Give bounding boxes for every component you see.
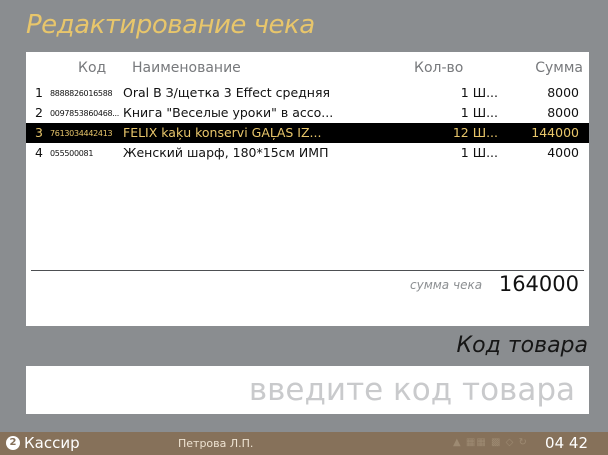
- column-header-sum: Сумма: [535, 60, 583, 76]
- item-sum: 144000: [531, 125, 579, 140]
- status-bar: 2 Кассир Петрова Л.П. ▲ ▦▦ ▩ ◇ ↻ 04 42: [0, 432, 608, 455]
- item-code: 055500081: [50, 149, 94, 158]
- item-name: Книга "Веселые уроки" в ассо...: [123, 105, 334, 120]
- total-label: сумма чека: [410, 278, 483, 292]
- receipt-items: 1 8888826016588 Oral B З/щетка 3 Effect …: [26, 83, 589, 163]
- printer-icon: ▩: [490, 437, 502, 448]
- table-row[interactable]: 4 055500081 Женский шарф, 180*15см ИМП 1…: [26, 143, 589, 163]
- table-row-selected[interactable]: 3 7613034442413 FELIX kaķu konservi GAĻA…: [26, 123, 589, 143]
- item-quantity: 1 Ш...: [460, 105, 498, 120]
- row-number: 2: [35, 105, 43, 120]
- item-sum: 8000: [547, 85, 579, 100]
- status-icons: ▲ ▦▦ ▩ ◇ ↻: [453, 437, 528, 448]
- user-name: Петрова Л.П.: [178, 437, 254, 450]
- page-title: Редактирование чека: [26, 10, 315, 40]
- user-role: Кассир: [24, 434, 80, 452]
- item-sum: 4000: [547, 145, 579, 160]
- item-quantity: 12 Ш...: [452, 125, 498, 140]
- item-name: Oral B З/щетка 3 Effect средняя: [123, 85, 331, 100]
- item-code: 7613034442413: [50, 129, 113, 138]
- item-name: Женский шарф, 180*15см ИМП: [123, 145, 329, 160]
- item-quantity: 1 Ш...: [460, 85, 498, 100]
- total-divider: [31, 270, 584, 271]
- row-number: 4: [35, 145, 43, 160]
- sync-icon: ↻: [518, 437, 528, 448]
- column-header-name: Наименование: [132, 60, 241, 76]
- product-code-input[interactable]: [26, 366, 589, 414]
- table-row[interactable]: 1 8888826016588 Oral B З/щетка 3 Effect …: [26, 83, 589, 103]
- row-number: 3: [35, 125, 43, 140]
- column-header-qty: Кол-во: [414, 60, 464, 76]
- cashier-number-badge: 2: [6, 436, 20, 450]
- lock-icon: ▲: [453, 437, 462, 448]
- column-header-code: Код: [78, 60, 107, 76]
- table-row[interactable]: 2 0097853860468... Книга "Веселые уроки"…: [26, 103, 589, 123]
- item-code: 0097853860468...: [50, 109, 119, 118]
- item-code: 8888826016588: [50, 89, 113, 98]
- product-code-label: Код товара: [456, 333, 588, 358]
- table-header: Код Наименование Кол-во Сумма: [26, 52, 589, 82]
- item-sum: 8000: [547, 105, 579, 120]
- item-name: FELIX kaķu konservi GAĻAS IZ...: [123, 125, 322, 140]
- clock: 04 42: [545, 434, 588, 452]
- row-number: 1: [35, 85, 43, 100]
- item-quantity: 1 Ш...: [460, 145, 498, 160]
- keyboard-icon: ▦▦: [465, 437, 487, 448]
- total-value: 164000: [498, 272, 579, 296]
- receipt-panel: Код Наименование Кол-во Сумма 1 88888260…: [26, 52, 589, 326]
- network-icon: ◇: [505, 437, 515, 448]
